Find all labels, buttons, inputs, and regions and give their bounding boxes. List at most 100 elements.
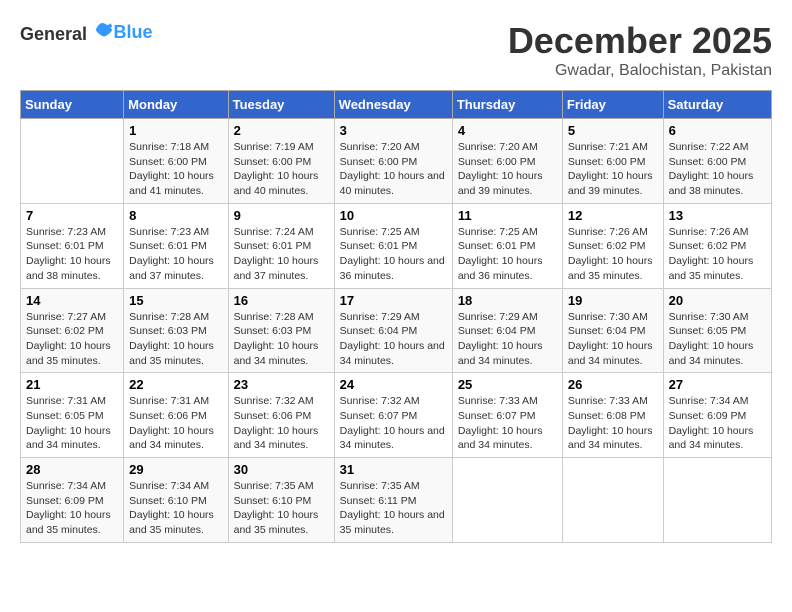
logo-text-blue: Blue (114, 22, 153, 42)
title-area: December 2025 Gwadar, Balochistan, Pakis… (508, 20, 772, 80)
day-info: Sunrise: 7:34 AMSunset: 6:09 PMDaylight:… (669, 394, 766, 453)
day-number: 7 (26, 208, 118, 223)
main-title: December 2025 (508, 20, 772, 62)
day-cell: 27Sunrise: 7:34 AMSunset: 6:09 PMDayligh… (663, 373, 771, 458)
day-cell (452, 458, 562, 543)
day-number: 9 (234, 208, 329, 223)
day-info: Sunrise: 7:31 AMSunset: 6:06 PMDaylight:… (129, 394, 222, 453)
header-cell-friday: Friday (562, 91, 663, 119)
day-info: Sunrise: 7:26 AMSunset: 6:02 PMDaylight:… (568, 225, 658, 284)
day-info: Sunrise: 7:23 AMSunset: 6:01 PMDaylight:… (26, 225, 118, 284)
day-number: 17 (340, 293, 447, 308)
day-cell: 5Sunrise: 7:21 AMSunset: 6:00 PMDaylight… (562, 119, 663, 204)
day-info: Sunrise: 7:25 AMSunset: 6:01 PMDaylight:… (340, 225, 447, 284)
day-number: 24 (340, 377, 447, 392)
day-number: 18 (458, 293, 557, 308)
header-row: SundayMondayTuesdayWednesdayThursdayFrid… (21, 91, 772, 119)
header-cell-wednesday: Wednesday (334, 91, 452, 119)
week-row-5: 28 Sunrise: 7:34 AMSunset: 6:09 PMDayligh… (21, 458, 772, 543)
day-cell: 1 Sunrise: 7:18 AMSunset: 6:00 PMDaylight… (124, 119, 228, 204)
logo-icon (94, 20, 114, 40)
day-cell: 29 Sunrise: 7:34 AMSunset: 6:10 PMDayligh… (124, 458, 228, 543)
week-row-4: 21Sunrise: 7:31 AMSunset: 6:05 PMDayligh… (21, 373, 772, 458)
day-info: Sunrise: 7:33 AMSunset: 6:07 PMDaylight:… (458, 394, 557, 453)
day-info: Sunrise: 7:19 AMSunset: 6:00 PMDaylight:… (234, 140, 329, 199)
day-info: Sunrise: 7:22 AMSunset: 6:00 PMDaylight:… (669, 140, 766, 199)
day-info: Sunrise: 7:26 AMSunset: 6:02 PMDaylight:… (669, 225, 766, 284)
day-number: 3 (340, 123, 447, 138)
day-number: 8 (129, 208, 222, 223)
day-number: 2 (234, 123, 329, 138)
day-info: Sunrise: 7:23 AMSunset: 6:01 PMDaylight:… (129, 225, 222, 284)
day-number: 20 (669, 293, 766, 308)
day-info: Sunrise: 7:32 AMSunset: 6:06 PMDaylight:… (234, 394, 329, 453)
day-number: 14 (26, 293, 118, 308)
day-info: Sunrise: 7:25 AMSunset: 6:01 PMDaylight:… (458, 225, 557, 284)
day-cell: 21Sunrise: 7:31 AMSunset: 6:05 PMDayligh… (21, 373, 124, 458)
day-cell: 26 Sunrise: 7:33 AMSunset: 6:08 PMDayligh… (562, 373, 663, 458)
day-info: Sunrise: 7:24 AMSunset: 6:01 PMDaylight:… (234, 225, 329, 284)
day-number: 19 (568, 293, 658, 308)
day-info: Sunrise: 7:28 AMSunset: 6:03 PMDaylight:… (234, 310, 329, 369)
day-cell: 19Sunrise: 7:30 AMSunset: 6:04 PMDayligh… (562, 288, 663, 373)
week-row-1: 1 Sunrise: 7:18 AMSunset: 6:00 PMDaylight… (21, 119, 772, 204)
day-number: 12 (568, 208, 658, 223)
day-cell: 13Sunrise: 7:26 AMSunset: 6:02 PMDayligh… (663, 203, 771, 288)
logo-text-general: General (20, 24, 87, 44)
day-info: Sunrise: 7:34 AMSunset: 6:10 PMDaylight:… (129, 479, 222, 538)
day-cell: 20 Sunrise: 7:30 AMSunset: 6:05 PMDayligh… (663, 288, 771, 373)
day-number: 1 (129, 123, 222, 138)
day-number: 15 (129, 293, 222, 308)
day-cell: 12 Sunrise: 7:26 AMSunset: 6:02 PMDayligh… (562, 203, 663, 288)
day-cell: 7 Sunrise: 7:23 AMSunset: 6:01 PMDaylight… (21, 203, 124, 288)
day-info: Sunrise: 7:32 AMSunset: 6:07 PMDaylight:… (340, 394, 447, 453)
day-number: 25 (458, 377, 557, 392)
day-number: 11 (458, 208, 557, 223)
day-cell: 22 Sunrise: 7:31 AMSunset: 6:06 PMDayligh… (124, 373, 228, 458)
day-info: Sunrise: 7:20 AMSunset: 6:00 PMDaylight:… (458, 140, 557, 199)
day-info: Sunrise: 7:30 AMSunset: 6:05 PMDaylight:… (669, 310, 766, 369)
day-info: Sunrise: 7:35 AMSunset: 6:10 PMDaylight:… (234, 479, 329, 538)
header: General Blue December 2025 Gwadar, Baloc… (20, 20, 772, 80)
day-cell: 3Sunrise: 7:20 AMSunset: 6:00 PMDaylight… (334, 119, 452, 204)
day-cell: 4 Sunrise: 7:20 AMSunset: 6:00 PMDaylight… (452, 119, 562, 204)
day-cell: 15Sunrise: 7:28 AMSunset: 6:03 PMDayligh… (124, 288, 228, 373)
day-cell: 2 Sunrise: 7:19 AMSunset: 6:00 PMDaylight… (228, 119, 334, 204)
day-info: Sunrise: 7:33 AMSunset: 6:08 PMDaylight:… (568, 394, 658, 453)
calendar-table: SundayMondayTuesdayWednesdayThursdayFrid… (20, 90, 772, 543)
header-cell-saturday: Saturday (663, 91, 771, 119)
day-number: 4 (458, 123, 557, 138)
day-info: Sunrise: 7:21 AMSunset: 6:00 PMDaylight:… (568, 140, 658, 199)
day-number: 28 (26, 462, 118, 477)
day-cell: 14Sunrise: 7:27 AMSunset: 6:02 PMDayligh… (21, 288, 124, 373)
day-cell: 24 Sunrise: 7:32 AMSunset: 6:07 PMDayligh… (334, 373, 452, 458)
day-number: 26 (568, 377, 658, 392)
day-cell: 11 Sunrise: 7:25 AMSunset: 6:01 PMDayligh… (452, 203, 562, 288)
day-number: 16 (234, 293, 329, 308)
day-cell: 18Sunrise: 7:29 AMSunset: 6:04 PMDayligh… (452, 288, 562, 373)
day-cell: 6Sunrise: 7:22 AMSunset: 6:00 PMDaylight… (663, 119, 771, 204)
day-cell: 25 Sunrise: 7:33 AMSunset: 6:07 PMDayligh… (452, 373, 562, 458)
day-number: 10 (340, 208, 447, 223)
day-info: Sunrise: 7:18 AMSunset: 6:00 PMDaylight:… (129, 140, 222, 199)
day-cell: 31 Sunrise: 7:35 AMSunset: 6:11 PMDayligh… (334, 458, 452, 543)
day-number: 30 (234, 462, 329, 477)
logo: General Blue (20, 20, 153, 45)
day-number: 23 (234, 377, 329, 392)
day-cell: 10 Sunrise: 7:25 AMSunset: 6:01 PMDayligh… (334, 203, 452, 288)
header-cell-tuesday: Tuesday (228, 91, 334, 119)
day-cell (663, 458, 771, 543)
day-cell: 16 Sunrise: 7:28 AMSunset: 6:03 PMDayligh… (228, 288, 334, 373)
day-cell: 17Sunrise: 7:29 AMSunset: 6:04 PMDayligh… (334, 288, 452, 373)
day-cell: 28 Sunrise: 7:34 AMSunset: 6:09 PMDayligh… (21, 458, 124, 543)
day-cell: 9 Sunrise: 7:24 AMSunset: 6:01 PMDaylight… (228, 203, 334, 288)
subtitle: Gwadar, Balochistan, Pakistan (508, 62, 772, 80)
day-number: 31 (340, 462, 447, 477)
day-number: 22 (129, 377, 222, 392)
day-info: Sunrise: 7:35 AMSunset: 6:11 PMDaylight:… (340, 479, 447, 538)
day-cell (562, 458, 663, 543)
day-info: Sunrise: 7:34 AMSunset: 6:09 PMDaylight:… (26, 479, 118, 538)
week-row-3: 14Sunrise: 7:27 AMSunset: 6:02 PMDayligh… (21, 288, 772, 373)
day-cell (21, 119, 124, 204)
day-number: 29 (129, 462, 222, 477)
